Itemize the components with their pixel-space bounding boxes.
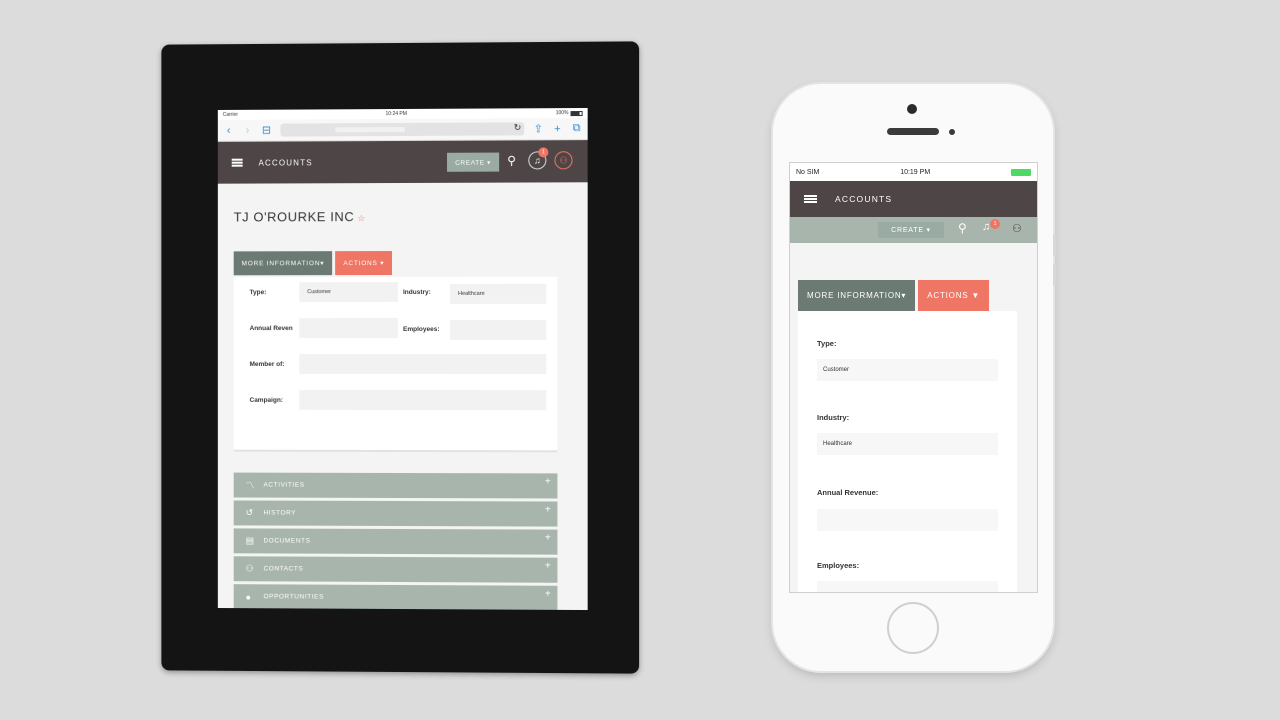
annual-revenue-label: Annual Revenue:	[817, 488, 879, 497]
create-button[interactable]: CREATE ▾	[447, 152, 500, 172]
activity-chart-icon: 〽	[245, 480, 256, 491]
share-icon[interactable]: ⇪	[533, 122, 543, 135]
browser-toolbar: ‹ › ⊟ ↻ ⇪ + ⧉	[217, 118, 588, 142]
type-field[interactable]: Customer	[299, 282, 399, 303]
member-of-field[interactable]	[299, 353, 547, 375]
menu-icon[interactable]	[804, 195, 817, 203]
user-icon: ⚇	[559, 154, 568, 165]
phone-status-bar: No SIM 10:19 PM	[790, 163, 1037, 181]
subpanel-label: ACTIVITIES	[263, 481, 305, 489]
app-header: ACCOUNTS CREATE ▾ ⚲ ♫ 1 ⚇	[217, 140, 588, 184]
volume-down-button	[1053, 264, 1056, 286]
employees-field[interactable]	[817, 581, 998, 592]
detail-tabs: MORE INFORMATION▾ ACTIONS ▾	[233, 251, 393, 276]
expand-plus-icon[interactable]: +	[545, 476, 551, 487]
proximity-sensor	[949, 129, 955, 135]
campaign-label: Campaign:	[249, 396, 283, 404]
industry-field[interactable]: Healthcare	[450, 283, 547, 304]
industry-label: Industry:	[817, 413, 850, 422]
user-avatar[interactable]: ⚇	[554, 151, 573, 170]
actions-dropdown[interactable]: ACTIONS ▼	[918, 280, 990, 311]
tabs-icon[interactable]: ⧉	[572, 122, 582, 135]
employees-label: Employees:	[402, 325, 440, 333]
subpanel-label: OPPORTUNITIES	[263, 593, 324, 601]
record-title: TJ O'ROURKE INC ☆	[234, 209, 366, 224]
phone-screen: No SIM 10:19 PM ACCOUNTS CREATE ▾ ⚲ ♫ 1 …	[789, 162, 1038, 593]
reload-icon[interactable]: ↻	[514, 122, 522, 133]
notification-badge: 1	[538, 147, 549, 158]
tablet-screen: Carrier 10:24 PM 100% ‹ › ⊟ ↻ ⇪ + ⧉ ACCO…	[217, 107, 588, 611]
type-label: Type:	[249, 289, 267, 297]
search-icon[interactable]: ⚲	[958, 221, 967, 235]
subpanel-label: CONTACTS	[263, 565, 304, 573]
expand-plus-icon[interactable]: +	[545, 561, 551, 572]
battery-icon	[1011, 168, 1031, 176]
bookmarks-icon[interactable]: ⊟	[261, 124, 271, 137]
tablet-device: Carrier 10:24 PM 100% ‹ › ⊟ ↻ ⇪ + ⧉ ACCO…	[161, 41, 640, 674]
annual-revenue-field[interactable]	[299, 318, 399, 339]
subpanel-documents[interactable]: ▤ DOCUMENTS +	[233, 528, 558, 555]
address-bar[interactable]: ↻	[280, 122, 525, 137]
notifications-button[interactable]: ♫ 1	[982, 219, 1000, 233]
carrier-label: No SIM	[796, 168, 820, 176]
expand-plus-icon[interactable]: +	[545, 504, 551, 515]
annual-revenue-field[interactable]	[817, 509, 998, 531]
industry-field[interactable]: Healthcare	[817, 433, 998, 455]
app-header: ACCOUNTS	[790, 181, 1037, 217]
home-button[interactable]	[887, 602, 939, 654]
menu-icon[interactable]	[231, 158, 243, 167]
industry-label: Industry:	[402, 288, 431, 296]
notifications-button[interactable]: ♫ 1	[528, 147, 549, 170]
type-label: Type:	[817, 339, 837, 348]
annual-revenue-label: Annual Reven	[249, 325, 293, 333]
notification-badge: 1	[990, 219, 1000, 229]
clock: 10:19 PM	[900, 168, 931, 176]
subpanel-contacts[interactable]: ⚇ CONTACTS +	[233, 556, 558, 583]
expand-plus-icon[interactable]: +	[545, 533, 551, 544]
subpanel-label: DOCUMENTS	[263, 537, 311, 545]
subpanel-history[interactable]: ↺ HISTORY +	[233, 500, 558, 527]
tab-more-information[interactable]: MORE INFORMATION▾	[798, 280, 916, 311]
detail-panel: Type: Customer Industry: Healthcare Annu…	[233, 276, 558, 453]
search-icon[interactable]: ⚲	[507, 153, 516, 167]
forward-icon[interactable]: ›	[243, 124, 253, 136]
employees-field[interactable]	[450, 319, 547, 340]
module-title[interactable]: ACCOUNTS	[259, 158, 313, 167]
battery-percent: 100%	[555, 110, 569, 117]
subpanel-opportunities[interactable]: ● OPPORTUNITIES +	[233, 584, 558, 611]
battery-icon	[570, 110, 583, 116]
member-of-label: Member of:	[249, 360, 285, 368]
detail-tabs: MORE INFORMATION▾ ACTIONS ▼	[798, 280, 990, 311]
phone-device: No SIM 10:19 PM ACCOUNTS CREATE ▾ ⚲ ♫ 1 …	[773, 84, 1056, 671]
back-icon[interactable]: ‹	[224, 124, 234, 136]
bell-icon: ♫	[982, 221, 991, 233]
document-icon: ▤	[245, 535, 255, 546]
subpanel-activities[interactable]: 〽 ACTIVITIES +	[233, 472, 558, 499]
detail-panel: Type: Customer Industry: Healthcare Annu…	[798, 311, 1017, 592]
lightbulb-icon: ●	[245, 591, 252, 602]
user-icon[interactable]: ⚇	[1012, 222, 1022, 235]
record-name: TJ O'ROURKE INC	[233, 209, 355, 225]
actions-dropdown[interactable]: ACTIONS ▾	[335, 251, 393, 276]
person-icon: ⚇	[245, 563, 255, 574]
module-title[interactable]: ACCOUNTS	[835, 194, 892, 204]
tab-more-information[interactable]: MORE INFORMATION▾	[233, 251, 333, 276]
volume-up-button	[1053, 234, 1056, 256]
employees-label: Employees:	[817, 561, 860, 570]
clock: 10:24 PM	[385, 110, 407, 118]
bell-icon: ♫	[533, 155, 541, 166]
campaign-field[interactable]	[299, 389, 547, 411]
earpiece-speaker	[887, 128, 939, 135]
subpanel-label: HISTORY	[263, 509, 297, 517]
type-field[interactable]: Customer	[817, 359, 998, 381]
new-tab-icon[interactable]: +	[552, 123, 562, 135]
url-text	[335, 126, 405, 133]
expand-plus-icon[interactable]: +	[545, 589, 551, 600]
action-toolbar: CREATE ▾ ⚲ ♫ 1 ⚇	[790, 217, 1037, 243]
favorite-star-icon[interactable]: ☆	[357, 213, 366, 223]
carrier-label: Carrier	[222, 111, 238, 118]
front-camera	[907, 104, 917, 114]
history-icon: ↺	[245, 507, 254, 518]
create-button[interactable]: CREATE ▾	[878, 222, 944, 238]
